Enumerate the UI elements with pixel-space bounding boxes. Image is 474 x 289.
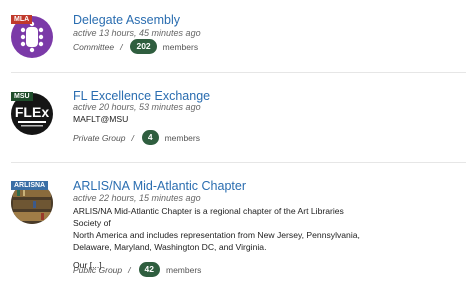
group-meta: Committee / 202 members	[73, 39, 198, 54]
group-avatar-tag: ARLISNA	[11, 181, 49, 190]
member-count-badge: 202	[130, 39, 157, 54]
group-title-link[interactable]: ARLIS/NA Mid-Atlantic Chapter	[73, 179, 246, 193]
group-meta: Private Group / 4 members	[73, 130, 200, 145]
group-last-active: active 13 hours, 45 minutes ago	[73, 28, 201, 38]
member-count-badge: 4	[141, 130, 159, 145]
description-line: ARLIS/NA Mid-Atlantic Chapter is a regio…	[73, 206, 344, 228]
flex-logo-text: FLEx	[15, 104, 49, 120]
group-avatar-tag: MLA	[11, 15, 33, 24]
members-label: members	[165, 264, 202, 275]
members-label: members	[164, 132, 200, 143]
group-last-active: active 20 hours, 53 minutes ago	[73, 102, 201, 112]
description-line: Delaware, Maryland, Washington DC, and V…	[73, 242, 267, 252]
members-label: members	[162, 41, 199, 52]
group-last-active: active 22 hours, 15 minutes ago	[73, 193, 201, 203]
description-line: North America and includes representatio…	[73, 230, 360, 240]
group-description: MAFLT@MSU	[73, 114, 129, 124]
group-meta: Public Group / 42 members	[73, 262, 201, 277]
meta-separator: /	[128, 264, 131, 275]
group-type: Committee	[73, 41, 115, 52]
meta-separator: /	[120, 41, 123, 52]
group-type: Public Group	[73, 264, 123, 275]
group-type: Private Group	[73, 132, 126, 143]
group-avatar-tag: MSU	[11, 92, 33, 101]
meta-separator: /	[131, 132, 134, 143]
group-title-link[interactable]: FL Excellence Exchange	[73, 89, 210, 103]
group-title-link[interactable]: Delegate Assembly	[73, 13, 180, 27]
divider	[11, 162, 466, 163]
divider	[11, 72, 466, 73]
member-count-badge: 42	[138, 262, 160, 277]
